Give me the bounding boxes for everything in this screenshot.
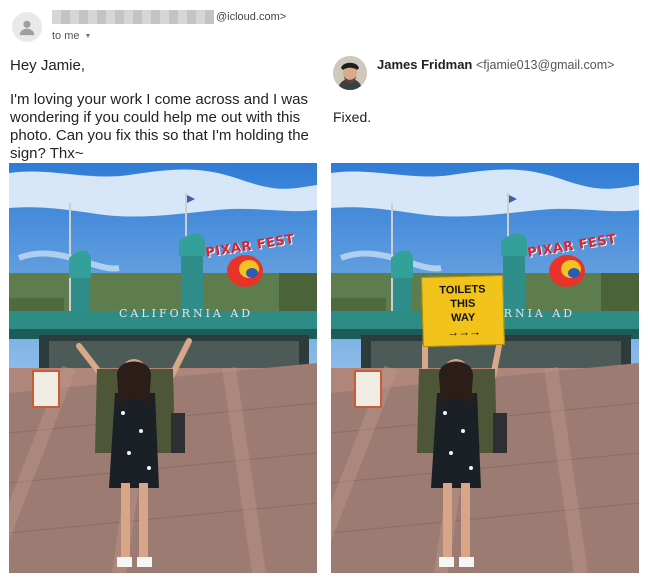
sender-address: @icloud.com> [52, 10, 286, 24]
redacted-sender-name [52, 10, 214, 24]
arrow-right-icon: →→→ [446, 324, 481, 340]
reply-body: Fixed. [333, 109, 372, 125]
chevron-down-icon: ▼ [84, 32, 92, 40]
person-icon [19, 20, 35, 36]
reply-sender-email: <fjamie013@gmail.com> [476, 58, 615, 72]
building-band-text: CALIFORNIA AD [119, 307, 254, 320]
reply-sender-name: James Fridman [377, 57, 473, 72]
recipient-dropdown[interactable]: to me ▼ [52, 30, 91, 42]
email-body: I'm loving your work I come across and I… [10, 91, 309, 162]
recipient-label: to me [52, 30, 80, 42]
photo-scene [9, 163, 317, 573]
reply-sender: James Fridman <fjamie013@gmail.com> [377, 57, 614, 72]
email-greeting: Hey Jamie, [10, 57, 86, 74]
photo-scene [331, 163, 639, 573]
original-photo: PIXAR FEST CALIFORNIA AD [9, 163, 317, 573]
sender-avatar [12, 12, 42, 42]
reply-avatar [333, 56, 367, 90]
edited-photo: PIXAR FEST CALIFORNIA AD TOILETS THIS WA… [331, 163, 639, 573]
held-sign: TOILETS THIS WAY →→→ [421, 274, 505, 348]
sender-domain: @icloud.com> [216, 11, 287, 23]
